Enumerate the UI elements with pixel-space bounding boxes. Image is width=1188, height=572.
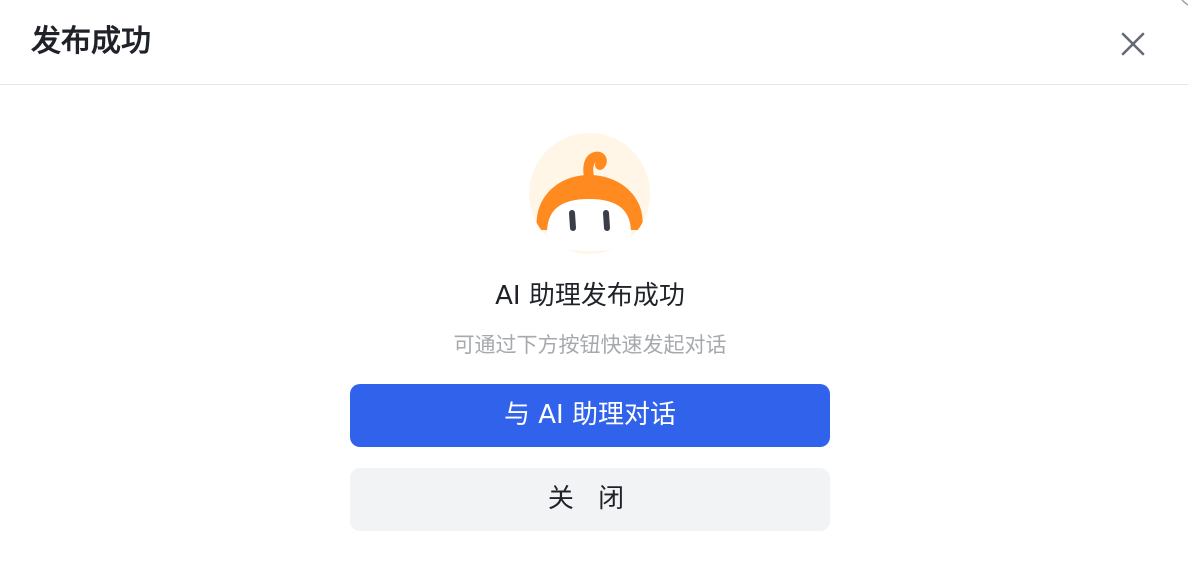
close-icon [1121, 32, 1145, 56]
dialog-header: 发布成功 [0, 0, 1188, 85]
robot-mascot-icon [529, 133, 650, 254]
dialog-title: 发布成功 [31, 24, 151, 59]
success-subtext: 可通过下方按钮快速发起对话 [453, 333, 727, 357]
chat-with-ai-button[interactable]: 与 AI 助理对话 [350, 384, 830, 447]
window-corner-mark [1181, 0, 1188, 6]
close-dialog-button[interactable]: 关 闭 [350, 468, 830, 531]
success-headline: AI 助理发布成功 [495, 281, 685, 311]
close-button[interactable] [1116, 27, 1150, 61]
publish-success-dialog: 发布成功 AI 助理发布成功 可通过下方按钮快速发起对话 与 AI 助理对话 关… [0, 0, 1188, 572]
